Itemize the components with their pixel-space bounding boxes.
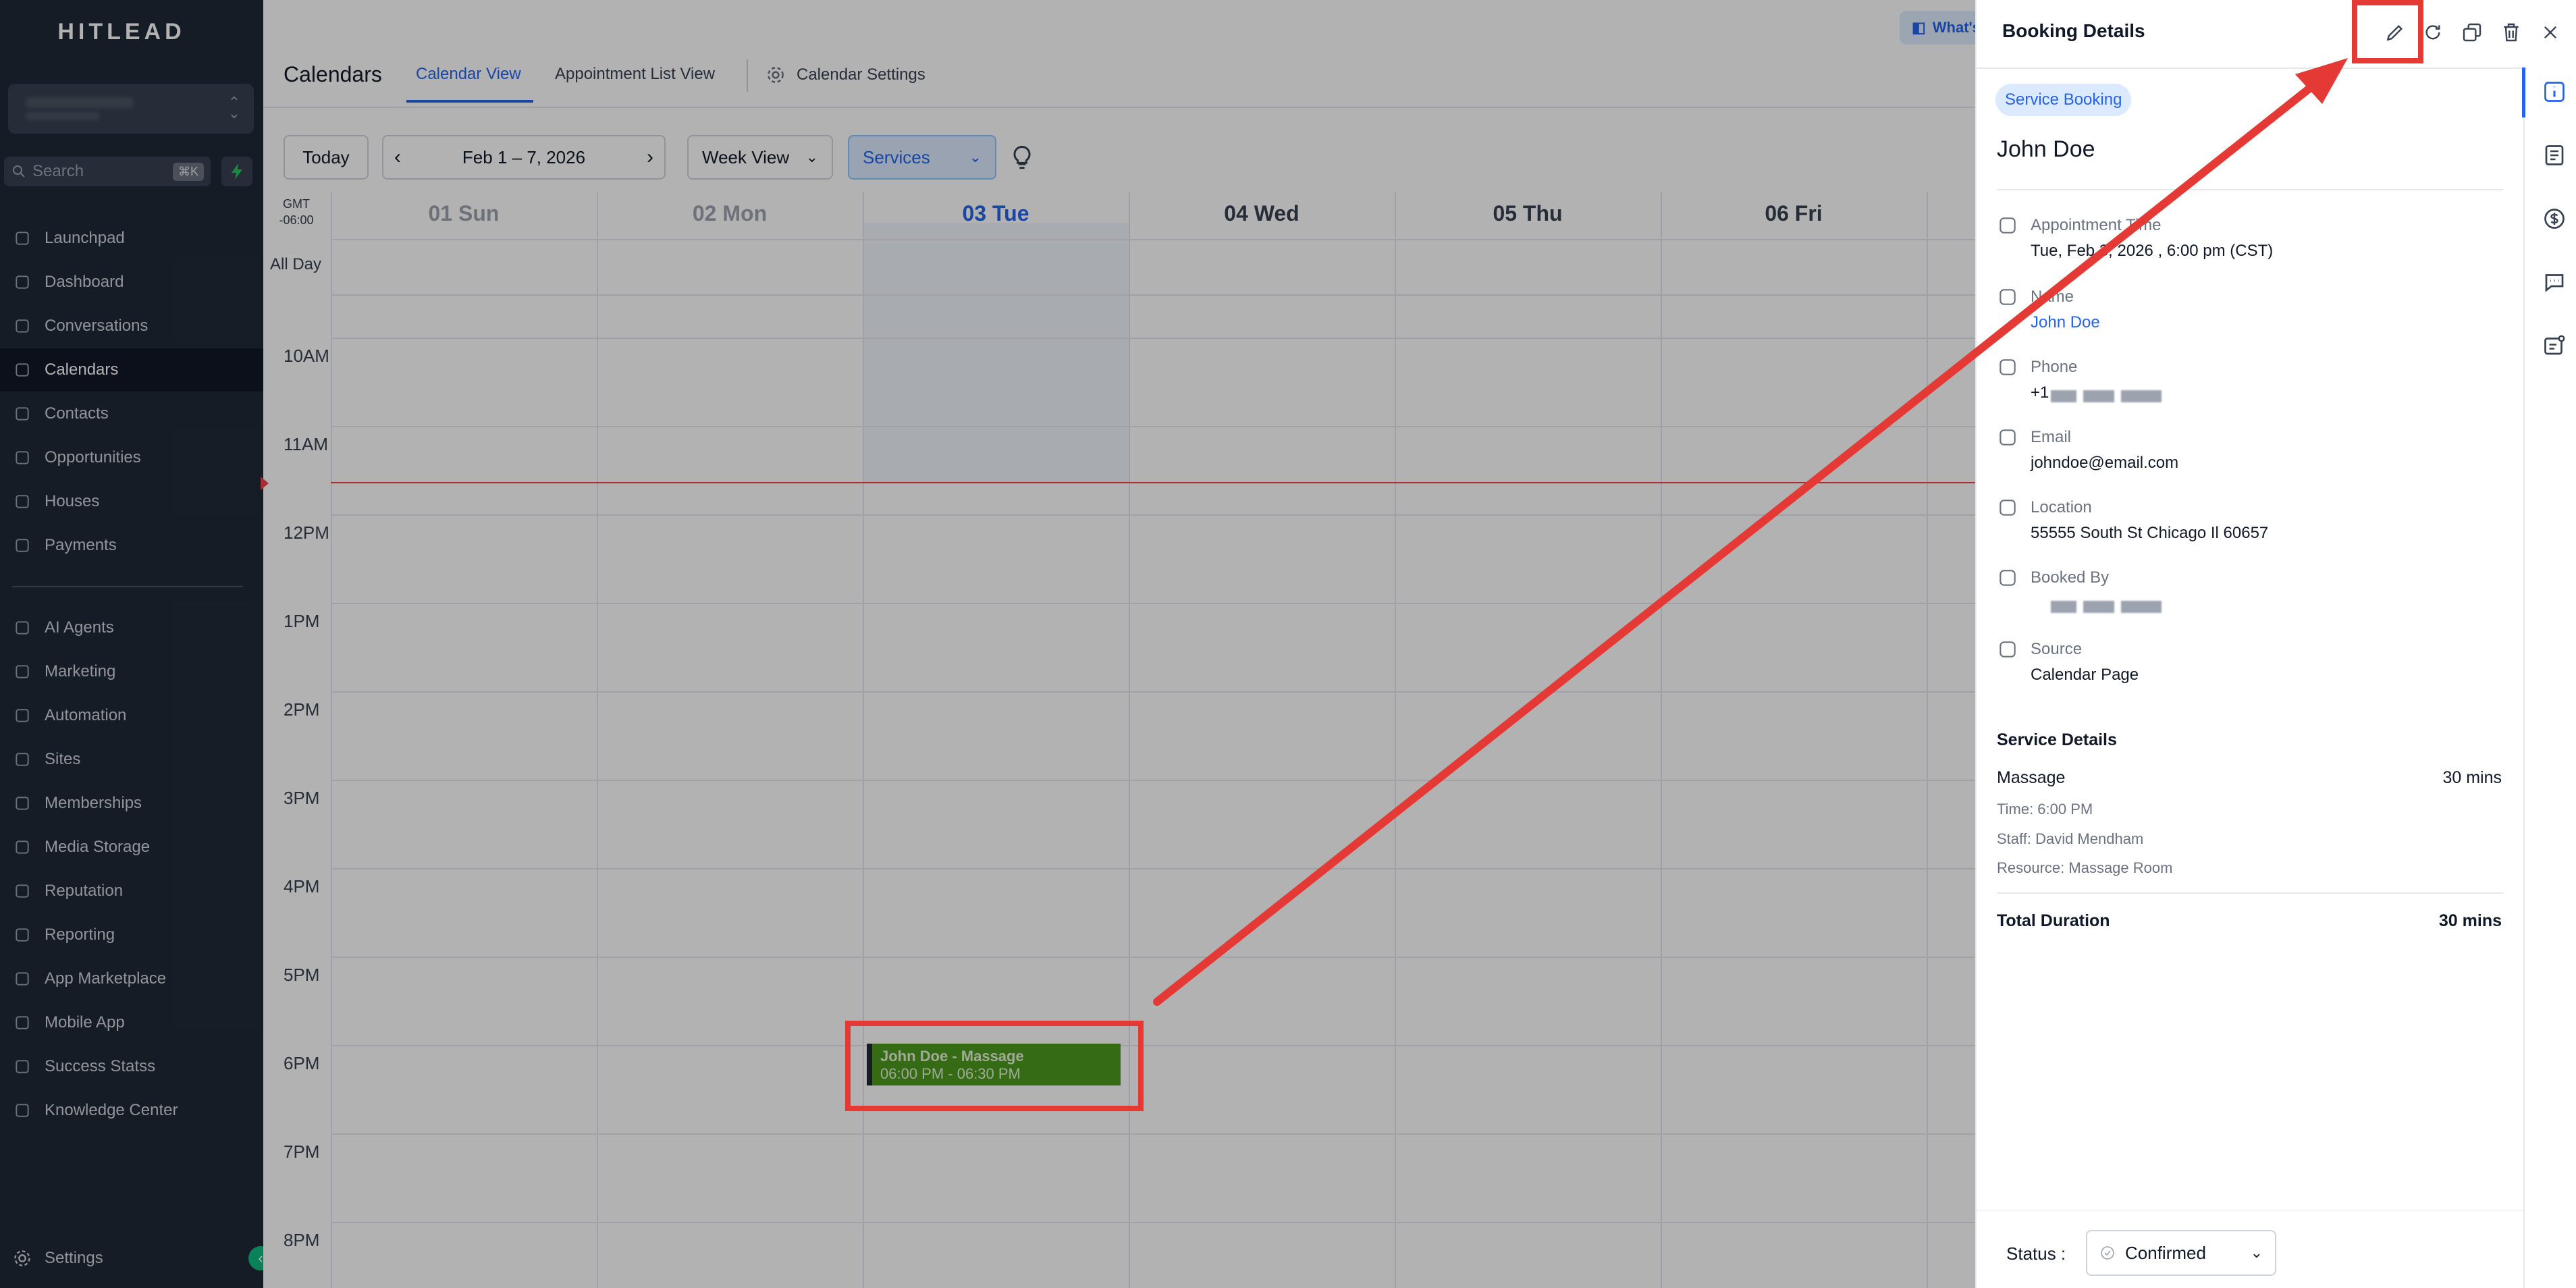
divider xyxy=(1997,189,2503,190)
field-label: Email xyxy=(2031,428,2072,446)
side-rail-selection xyxy=(2522,68,2525,117)
notes-tab-button[interactable] xyxy=(2541,142,2568,169)
panel-title: Booking Details xyxy=(2002,20,2145,41)
booking-type-badge: Service Booking xyxy=(1995,84,2132,116)
field-label: Source xyxy=(2031,640,2083,658)
duplicate-button[interactable] xyxy=(2459,19,2486,46)
edit-button-highlight-box xyxy=(2352,0,2423,63)
check-circle-icon xyxy=(2101,1246,2114,1260)
field-label: Name xyxy=(2031,288,2074,306)
form-icon xyxy=(2544,335,2565,355)
field-value: 55555 South St Chicago Il 60657 xyxy=(2031,524,2269,542)
redacted-text xyxy=(2121,601,2162,613)
status-value: Confirmed xyxy=(2125,1242,2206,1263)
close-icon xyxy=(2544,26,2556,38)
divider xyxy=(1997,892,2503,894)
field-phone: Phone +1 xyxy=(1997,356,2510,417)
service-duration: 30 mins xyxy=(2442,768,2502,787)
forms-tab-button[interactable] xyxy=(2541,332,2568,359)
field-value: +1 xyxy=(2031,383,2049,402)
reschedule-button[interactable] xyxy=(2419,19,2446,46)
customer-name: John Doe xyxy=(1997,136,2095,162)
field-value: Calendar Page xyxy=(2031,666,2139,684)
mail-icon xyxy=(1997,427,2021,451)
field-label: Appointment Time xyxy=(2031,216,2162,234)
service-name: Massage xyxy=(1997,768,2066,787)
details-tab-button[interactable] xyxy=(2541,78,2568,105)
field-label: Location xyxy=(2031,498,2092,516)
redacted-text xyxy=(2051,601,2076,613)
field-source: Source Calendar Page xyxy=(1997,639,2510,699)
phone-call-icon xyxy=(1997,356,2021,381)
dollar-icon xyxy=(2544,209,2565,229)
messages-tab-button[interactable] xyxy=(2541,269,2568,296)
service-staff: Staff: David Mendham xyxy=(1997,830,2144,847)
event-highlight-box xyxy=(845,1021,1144,1111)
info-icon xyxy=(2544,82,2565,102)
field-email: Email johndoe@email.com xyxy=(1997,427,2510,487)
service-time: Time: 6:00 PM xyxy=(1997,801,2093,817)
booking-details-panel: Booking Details Service Booking John Doe… xyxy=(1975,0,2576,1288)
chat-icon xyxy=(2545,274,2564,292)
total-duration-label: Total Duration xyxy=(1997,911,2110,930)
redacted-text xyxy=(2121,390,2162,402)
close-panel-button[interactable] xyxy=(2537,19,2564,46)
app-root: HITLEAD ⌃ ⌄ Search ⌘K Launchpad Dashboard C… xyxy=(0,0,2576,1288)
notes-icon xyxy=(2545,145,2564,165)
status-select[interactable]: Confirmed ⌄ xyxy=(2086,1230,2276,1276)
field-value[interactable]: John Doe xyxy=(2031,313,2100,332)
trash-icon xyxy=(2504,23,2519,42)
side-rail-divider xyxy=(2523,68,2525,1288)
field-value: Tue, Feb 3, 2026 , 6:00 pm (CST) xyxy=(2031,242,2274,260)
calendar-icon xyxy=(1997,215,2021,239)
field-location: Location 55555 South St Chicago Il 60657 xyxy=(1997,497,2510,558)
redacted-text xyxy=(2083,601,2114,613)
field-label: Phone xyxy=(2031,358,2078,376)
payments-tab-button[interactable] xyxy=(2541,205,2568,232)
status-label: Status : xyxy=(2006,1243,2066,1264)
service-resource: Resource: Massage Room xyxy=(1997,859,2173,876)
device-icon xyxy=(1997,639,2021,663)
user-icon xyxy=(1997,567,2021,591)
delete-booking-button[interactable] xyxy=(2498,19,2525,46)
total-duration-value: 30 mins xyxy=(2438,911,2502,930)
footer-divider xyxy=(1977,1210,2523,1211)
refresh-icon xyxy=(2425,25,2440,40)
field-appointment-time: Appointment Time Tue, Feb 3, 2026 , 6:00 … xyxy=(1997,215,2510,275)
copy-icon xyxy=(2463,23,2481,42)
field-value: johndoe@email.com xyxy=(2031,454,2179,472)
location-pin-icon xyxy=(1997,497,2021,521)
field-name: Name John Doe xyxy=(1997,286,2510,347)
user-circle-icon xyxy=(1997,286,2021,311)
field-booked-by: Booked By xyxy=(1997,567,2510,628)
service-details-title: Service Details xyxy=(1997,730,2117,749)
redacted-text xyxy=(2083,390,2114,402)
header-divider xyxy=(1977,68,2523,69)
redacted-text xyxy=(2051,390,2076,402)
chevron-down-icon: ⌄ xyxy=(2250,1244,2263,1261)
field-label: Booked By xyxy=(2031,568,2110,587)
